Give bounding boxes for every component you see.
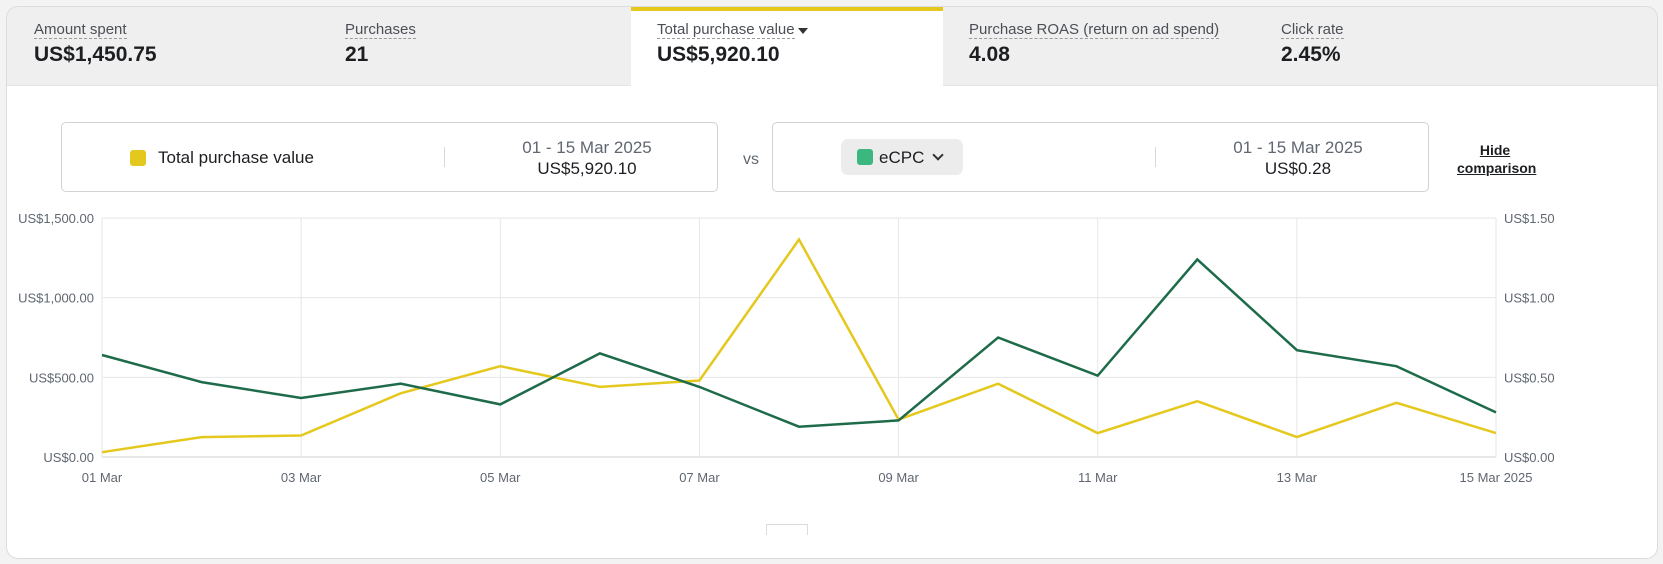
performance-card: Amount spent US$1,450.75 Purchases 21 To… — [6, 6, 1658, 559]
ecpc-line — [101, 257, 1497, 428]
secondary-date-range: 01 - 15 Mar 2025 — [1233, 138, 1363, 157]
primary-swatch — [130, 150, 146, 166]
x-tick-label: 11 Mar — [1078, 470, 1118, 485]
secondary-metric-value: US$0.28 — [1264, 159, 1332, 178]
primary-metric-value: US$5,920.10 — [537, 159, 637, 178]
caret-down-icon[interactable] — [798, 28, 808, 34]
secondary-swatch — [857, 149, 873, 165]
metric-label: Click rate — [1281, 21, 1344, 39]
x-tick-label: 13 Mar — [1277, 470, 1318, 485]
metrics-bar: Amount spent US$1,450.75 Purchases 21 To… — [7, 7, 1657, 86]
metric-label: Purchases — [345, 21, 416, 39]
x-tick-label: 09 Mar — [878, 470, 919, 485]
metric-amount-spent[interactable]: Amount spent US$1,450.75 — [7, 7, 319, 85]
vs-label: vs — [743, 151, 759, 168]
metric-label-text: Total purchase value — [657, 21, 795, 38]
line-chart: US$0.00 US$0.00 US$500.00 US$0.50 US$1,000.0… — [18, 211, 1555, 485]
y-left-tick-label: US$0.00 — [43, 450, 94, 465]
primary-metric-label: Total purchase value — [158, 148, 314, 167]
metric-purchases[interactable]: Purchases 21 — [319, 7, 631, 85]
y-right-tick-label: US$0.50 — [1504, 370, 1555, 385]
divider — [444, 147, 445, 167]
y-right-tick-label: US$1.50 — [1504, 211, 1555, 226]
metric-value: US$5,920.10 — [657, 43, 780, 66]
x-tick-label: 15 Mar 2025 — [1460, 470, 1533, 485]
metric-value: US$1,450.75 — [34, 43, 157, 66]
x-tick-label: 05 Mar — [480, 470, 521, 485]
chevron-down-icon — [932, 149, 944, 161]
metric-label: Amount spent — [34, 21, 127, 39]
resize-handle[interactable] — [766, 524, 808, 535]
metric-total-purchase-value[interactable]: Total purchase value US$5,920.10 — [631, 7, 943, 86]
total-purchase-value-line — [101, 237, 1497, 454]
y-right-tick-label: US$0.00 — [1504, 450, 1555, 465]
y-left-tick-label: US$500.00 — [29, 370, 94, 385]
metric-value: 2.45% — [1281, 43, 1341, 66]
metric-purchase-roas[interactable]: Purchase ROAS (return on ad spend) 4.08 — [943, 7, 1255, 85]
secondary-metric-box: eCPC 01 - 15 Mar 2025 US$0.28 — [772, 122, 1429, 192]
metric-value: 4.08 — [969, 43, 1010, 66]
x-tick-label: 01 Mar — [82, 470, 123, 485]
primary-date-range: 01 - 15 Mar 2025 — [522, 138, 652, 157]
secondary-metric-dropdown[interactable]: eCPC — [841, 139, 963, 175]
hide-comparison-link[interactable]: Hide comparison — [1457, 141, 1536, 177]
metric-click-rate[interactable]: Click rate 2.45% — [1255, 7, 1567, 85]
metric-label: Purchase ROAS (return on ad spend) — [969, 21, 1220, 39]
secondary-metric-label: eCPC — [879, 148, 925, 167]
x-tick-label: 07 Mar — [679, 470, 720, 485]
x-tick-label: 03 Mar — [281, 470, 322, 485]
y-left-tick-label: US$1,500.00 — [18, 211, 94, 226]
primary-metric-box: Total purchase value 01 - 15 Mar 2025 US… — [61, 122, 718, 192]
divider — [1155, 147, 1156, 167]
metric-value: 21 — [345, 43, 369, 66]
metric-label: Total purchase value — [657, 21, 795, 39]
y-left-tick-label: US$1,000.00 — [18, 291, 94, 306]
y-right-tick-label: US$1.00 — [1504, 291, 1555, 306]
